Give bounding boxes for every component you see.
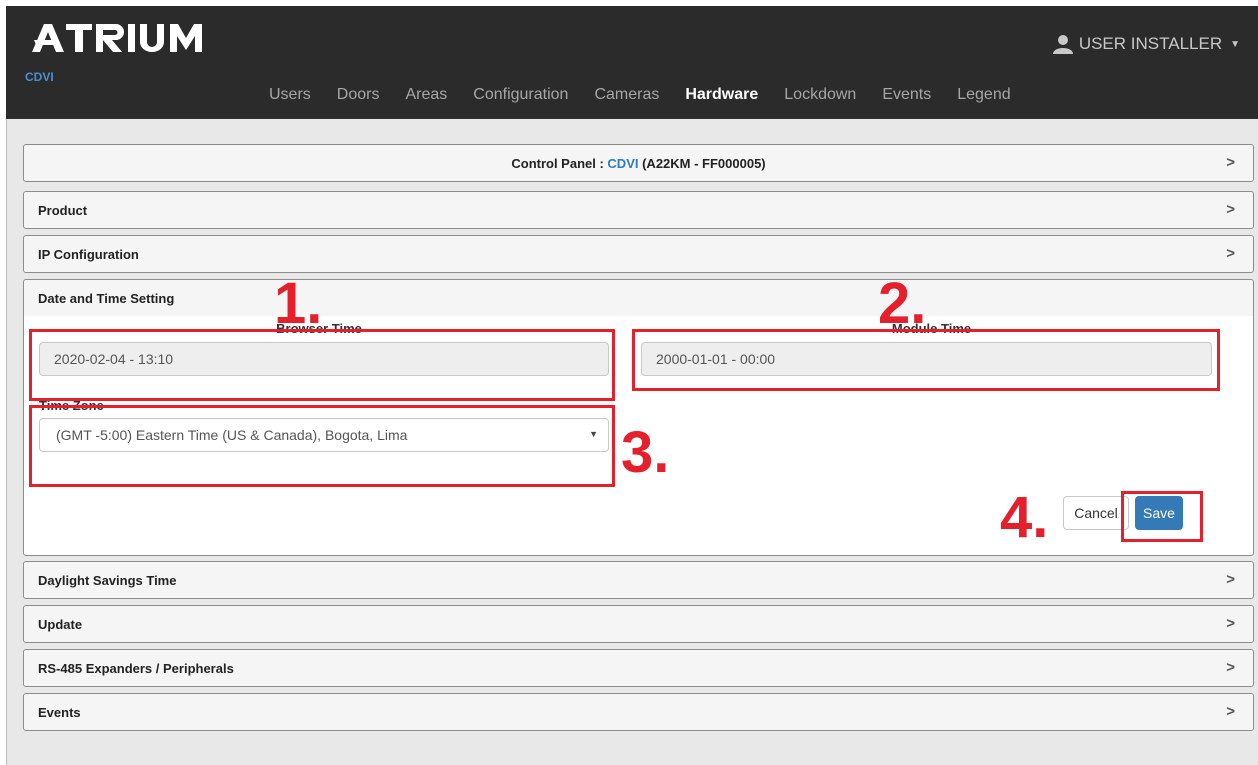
ip-configuration-title: IP Configuration: [38, 246, 139, 262]
cancel-button[interactable]: Cancel: [1063, 496, 1129, 530]
product-header[interactable]: Product >: [24, 192, 1253, 228]
date-time-title: Date and Time Setting: [38, 290, 175, 306]
ip-configuration-header[interactable]: IP Configuration >: [24, 236, 1253, 272]
events-header[interactable]: Events >: [24, 694, 1253, 730]
date-time-header[interactable]: Date and Time Setting: [24, 280, 1253, 316]
rs485-section[interactable]: RS-485 Expanders / Peripherals >: [23, 649, 1254, 687]
nav-events[interactable]: Events: [869, 86, 944, 104]
control-panel-header[interactable]: Control Panel : CDVI (A22KM - FF000005) …: [24, 145, 1253, 181]
events-title: Events: [38, 704, 81, 720]
daylight-header[interactable]: Daylight Savings Time >: [24, 562, 1253, 598]
rs485-header[interactable]: RS-485 Expanders / Peripherals >: [24, 650, 1253, 686]
update-section[interactable]: Update >: [23, 605, 1254, 643]
nav-doors[interactable]: Doors: [324, 86, 393, 104]
chevron-right-icon: >: [1226, 201, 1235, 218]
rs485-title: RS-485 Expanders / Peripherals: [38, 660, 234, 676]
chevron-right-icon: >: [1226, 154, 1235, 171]
control-panel-name: CDVI: [607, 155, 639, 171]
nav-hardware[interactable]: Hardware: [672, 86, 771, 104]
chevron-right-icon: >: [1226, 571, 1235, 588]
product-section[interactable]: Product >: [23, 191, 1254, 229]
daylight-section[interactable]: Daylight Savings Time >: [23, 561, 1254, 599]
main-nav: Users Doors Areas Configuration Cameras …: [256, 86, 1024, 104]
product-title: Product: [38, 202, 88, 218]
annotation-box-time-zone: [29, 405, 615, 487]
nav-lockdown[interactable]: Lockdown: [771, 86, 869, 104]
events-section[interactable]: Events >: [23, 693, 1254, 731]
brand-label: CDVI: [25, 70, 54, 84]
user-name: USER INSTALLER: [1078, 34, 1223, 53]
atrium-logo-icon: [32, 24, 202, 52]
annotation-number-4: 4.: [1000, 485, 1049, 550]
ip-configuration-section[interactable]: IP Configuration >: [23, 235, 1254, 273]
top-navbar: CDVI USER INSTALLER ▼ Users Doors Areas …: [6, 6, 1258, 119]
daylight-title: Daylight Savings Time: [38, 572, 177, 588]
nav-users[interactable]: Users: [256, 86, 324, 104]
user-menu[interactable]: USER INSTALLER ▼: [1052, 34, 1240, 54]
nav-cameras[interactable]: Cameras: [581, 86, 672, 104]
control-panel-prefix: Control Panel :: [511, 155, 608, 171]
caret-down-icon: ▼: [1230, 38, 1240, 50]
annotation-number-3: 3.: [621, 420, 670, 485]
nav-configuration[interactable]: Configuration: [460, 86, 581, 104]
user-icon: [1052, 35, 1073, 54]
control-panel-suffix: (A22KM - FF000005): [638, 155, 766, 171]
chevron-right-icon: >: [1226, 615, 1235, 632]
control-panel-section[interactable]: Control Panel : CDVI (A22KM - FF000005) …: [23, 144, 1254, 182]
update-header[interactable]: Update >: [24, 606, 1253, 642]
annotation-number-2: 2.: [878, 271, 927, 336]
annotation-box-save: [1121, 491, 1203, 542]
nav-legend[interactable]: Legend: [944, 86, 1023, 104]
annotation-box-browser-time: [29, 329, 615, 401]
annotation-box-module-time: [632, 329, 1220, 391]
chevron-right-icon: >: [1226, 703, 1235, 720]
atrium-logo[interactable]: [32, 22, 212, 54]
nav-areas[interactable]: Areas: [392, 86, 460, 104]
chevron-right-icon: >: [1226, 245, 1235, 262]
update-title: Update: [38, 616, 83, 632]
chevron-right-icon: >: [1226, 659, 1235, 676]
annotation-number-1: 1.: [274, 271, 323, 336]
